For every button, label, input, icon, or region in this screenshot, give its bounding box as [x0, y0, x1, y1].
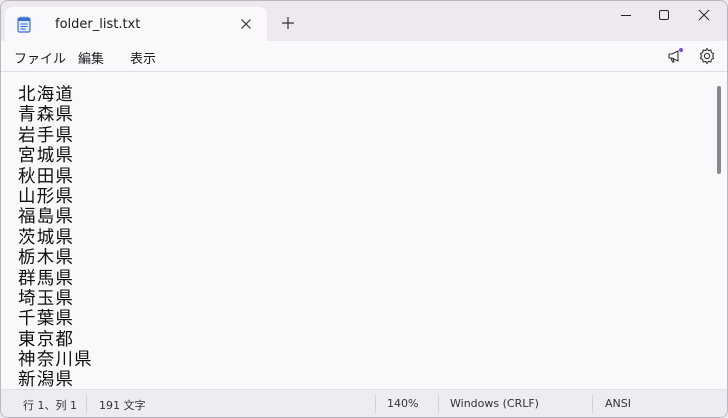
menu-file[interactable]: ファイル — [14, 48, 66, 67]
text-line: 栃木県 — [18, 248, 75, 269]
character-count: 191 文字 — [99, 399, 146, 412]
text-editor[interactable]: 北海道 青森県 岩手県 宮城県 秋田県 山形県 福島県 茨城県 栃木県 群馬県 … — [1, 71, 727, 390]
tab-title: folder_list.txt — [55, 17, 141, 32]
status-divider — [86, 395, 87, 413]
text-line: 青森県 — [18, 105, 75, 126]
status-divider — [592, 395, 593, 413]
line-ending[interactable]: Windows (CRLF) — [450, 397, 539, 410]
text-line: 宮城県 — [18, 146, 75, 167]
status-bar: 行 1、列 1 191 文字 140% Windows (CRLF) ANSI — [1, 389, 727, 417]
vertical-scrollbar[interactable] — [717, 86, 721, 174]
cursor-position: 行 1、列 1 — [23, 399, 77, 412]
notification-dot — [679, 48, 683, 52]
menu-edit[interactable]: 編集 — [78, 48, 104, 67]
text-line: 千葉県 — [18, 309, 75, 330]
close-icon[interactable] — [237, 15, 255, 33]
menu-view[interactable]: 表示 — [130, 48, 156, 67]
text-line: 山形県 — [18, 186, 75, 207]
text-line: 群馬県 — [18, 268, 75, 289]
text-line: 北海道 — [18, 85, 75, 105]
text-line: 茨城県 — [18, 227, 75, 248]
text-line: 秋田県 — [18, 166, 75, 187]
title-bar[interactable]: folder_list.txt — [1, 1, 727, 41]
close-icon[interactable] — [681, 1, 727, 33]
status-divider — [375, 395, 376, 413]
text-line: 埼玉県 — [18, 288, 75, 309]
text-line: 岩手県 — [18, 125, 75, 146]
text-line: 神奈川県 — [18, 350, 93, 371]
encoding[interactable]: ANSI — [605, 397, 631, 410]
text-line: 東京都 — [18, 329, 75, 350]
plus-icon[interactable] — [279, 14, 297, 32]
editor-lines: 北海道 青森県 岩手県 宮城県 秋田県 山形県 福島県 茨城県 栃木県 群馬県 … — [18, 85, 93, 390]
text-line: 新潟県 — [18, 370, 75, 390]
zoom-level[interactable]: 140% — [387, 397, 418, 410]
text-line: 福島県 — [18, 207, 75, 228]
notepad-window: folder_list.txt ファイル 編集 表示 北海道 青森県 岩手県 宮… — [0, 0, 728, 418]
notepad-icon — [17, 16, 31, 33]
megaphone-icon[interactable] — [665, 46, 685, 66]
status-divider — [438, 395, 439, 413]
tab-folder-list[interactable]: folder_list.txt — [5, 7, 267, 41]
menu-bar: ファイル 編集 表示 — [1, 41, 727, 71]
gear-icon[interactable] — [697, 46, 717, 66]
